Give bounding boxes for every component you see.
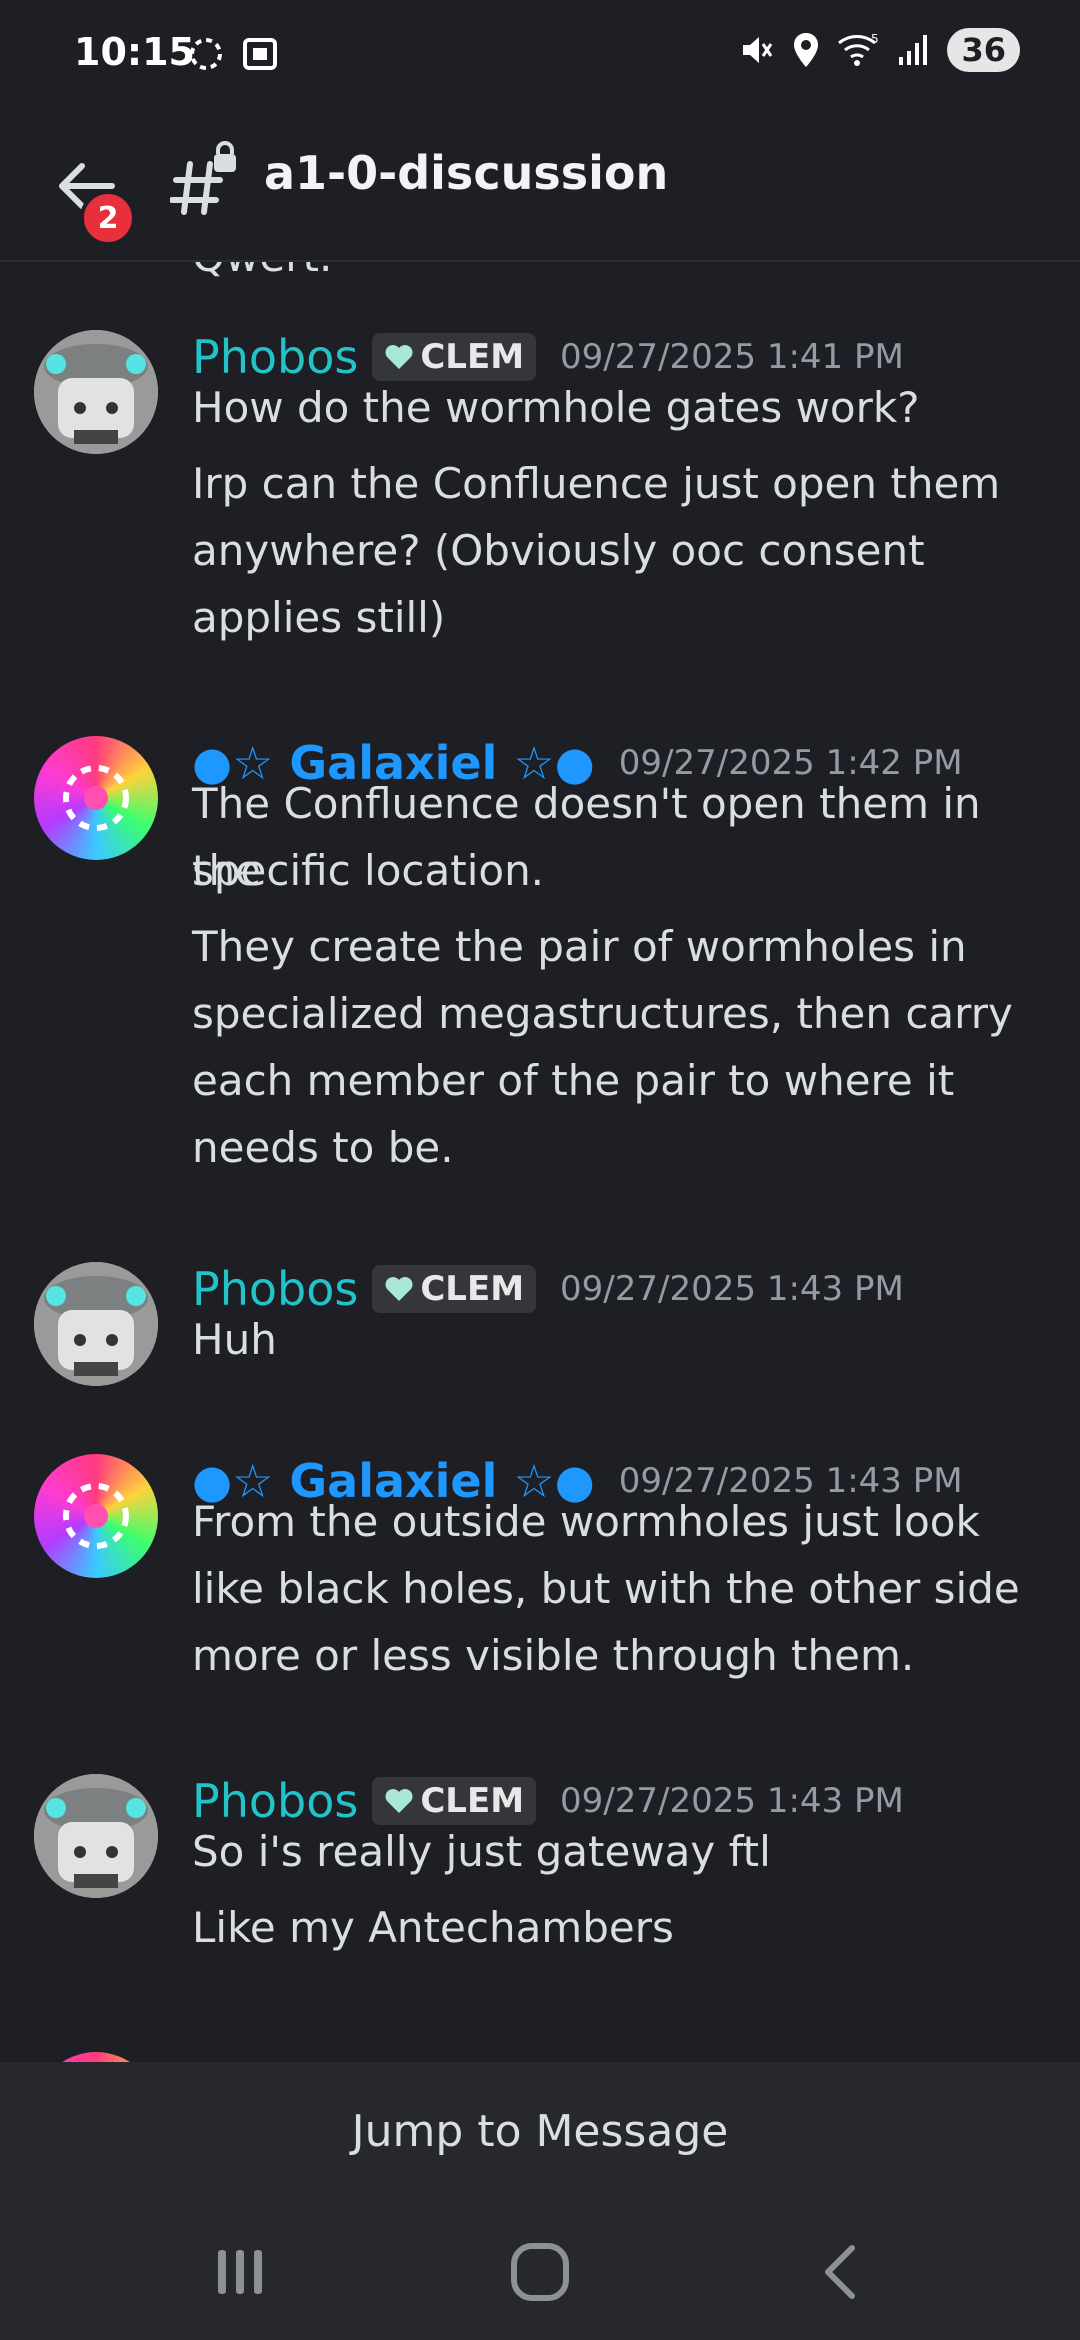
recent-apps-button[interactable] [190, 2222, 290, 2322]
message-text: Like my Antechambers [192, 1903, 674, 1952]
message-text: How do the wormhole gates work? [192, 383, 920, 432]
message-text: So i's really just gateway ftl [192, 1827, 771, 1876]
private-channel-icon [170, 141, 236, 215]
heart-icon [385, 1277, 413, 1301]
system-back-button[interactable] [790, 2222, 890, 2322]
status-time: 10:15 [74, 30, 195, 74]
robot-avatar-icon [34, 330, 158, 454]
galaxy-avatar-icon [63, 765, 129, 831]
location-icon [794, 33, 819, 67]
message-text: each member of the pair to where it [192, 1056, 955, 1105]
avatar[interactable] [34, 2052, 158, 2062]
status-right-icons: 5 36 [737, 28, 1020, 72]
message-list[interactable]: Qwert. Phobos CLEM 09/27/2025 1:41 PM Ho [0, 262, 1080, 2062]
avatar[interactable] [34, 1454, 158, 1578]
avatar[interactable] [34, 1774, 158, 1898]
message-text: specialized megastructures, then carry [192, 989, 1013, 1038]
timestamp: 09/27/2025 1:43 PM [560, 1269, 904, 1309]
home-icon [511, 2243, 569, 2301]
wifi-icon: 5 [838, 32, 879, 66]
avatar[interactable] [34, 736, 158, 860]
server-tag-label: CLEM [420, 1269, 525, 1309]
chevron-left-icon [825, 2245, 855, 2299]
message-text: anywhere? (Obviously ooc consent [192, 526, 925, 575]
message-text: specific location. [192, 846, 545, 895]
battery-indicator: 36 [947, 28, 1020, 72]
avatar[interactable] [34, 1262, 158, 1386]
unread-badge: 2 [80, 190, 136, 246]
status-bar: 10:15 5 36 [0, 0, 1080, 110]
robot-avatar-icon [34, 1262, 158, 1386]
bottom-bar: Jump to Message [0, 2062, 1080, 2340]
galaxy-avatar-icon [63, 1483, 129, 1549]
message-text: From the outside wormholes just look [192, 1497, 980, 1546]
mute-icon [743, 37, 773, 63]
channel-title: a1-0-discussion [264, 146, 669, 200]
timestamp: 09/27/2025 1:41 PM [560, 337, 904, 377]
server-tag-label: CLEM [420, 337, 525, 377]
recent-apps-icon [218, 2250, 262, 2294]
network-label: 5 [871, 32, 879, 46]
jump-to-message-button[interactable]: Jump to Message [0, 2106, 1080, 2157]
message-text: like black holes, but with the other sid… [192, 1564, 1020, 1613]
channel-header: 2 a1-0-discussion [0, 110, 1080, 262]
signal-icon [899, 35, 928, 65]
robot-avatar-icon [34, 1774, 158, 1898]
message-text: They create the pair of wormholes in [192, 922, 967, 971]
message-text: needs to be. [192, 1123, 454, 1172]
message-text: Huh [192, 1315, 277, 1364]
message-text: applies still) [192, 593, 446, 642]
screenshot-icon [243, 38, 277, 70]
message-text: Irp can the Confluence just open them [192, 459, 1001, 508]
avatar[interactable] [34, 330, 158, 454]
status-left-icons [186, 34, 280, 74]
sync-icon [190, 38, 222, 70]
home-button[interactable] [490, 2222, 590, 2322]
heart-icon [385, 1789, 413, 1813]
previous-message-fragment: Qwert. [192, 262, 332, 281]
message-text: more or less visible through them. [192, 1631, 915, 1680]
server-tag-label: CLEM [420, 1781, 525, 1821]
heart-icon [385, 345, 413, 369]
timestamp: 09/27/2025 1:43 PM [560, 1781, 904, 1821]
